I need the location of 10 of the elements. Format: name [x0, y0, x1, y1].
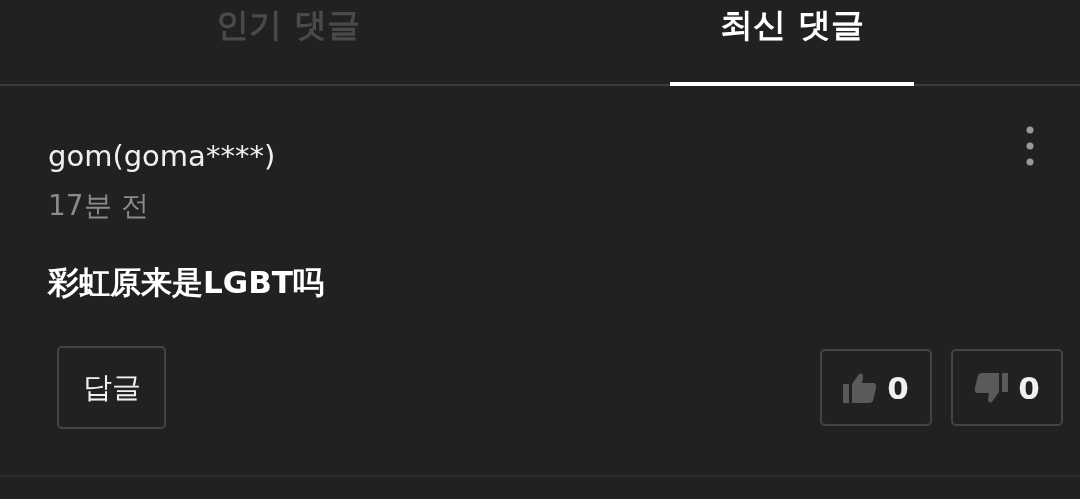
dislike-button[interactable]: 0: [951, 349, 1063, 426]
comment-author: gom(goma****): [48, 138, 276, 174]
comment-text: 彩虹原来是LGBT吗: [48, 263, 325, 302]
thumbs-up-icon: [843, 371, 878, 404]
more-icon[interactable]: [1026, 126, 1034, 166]
comment-time: 17분 전: [48, 188, 150, 224]
thumbs-down-icon: [974, 371, 1009, 404]
like-button[interactable]: 0: [820, 349, 932, 426]
reply-button[interactable]: 답글: [57, 346, 166, 429]
tab[interactable]: 최신 댓글: [670, 0, 914, 86]
